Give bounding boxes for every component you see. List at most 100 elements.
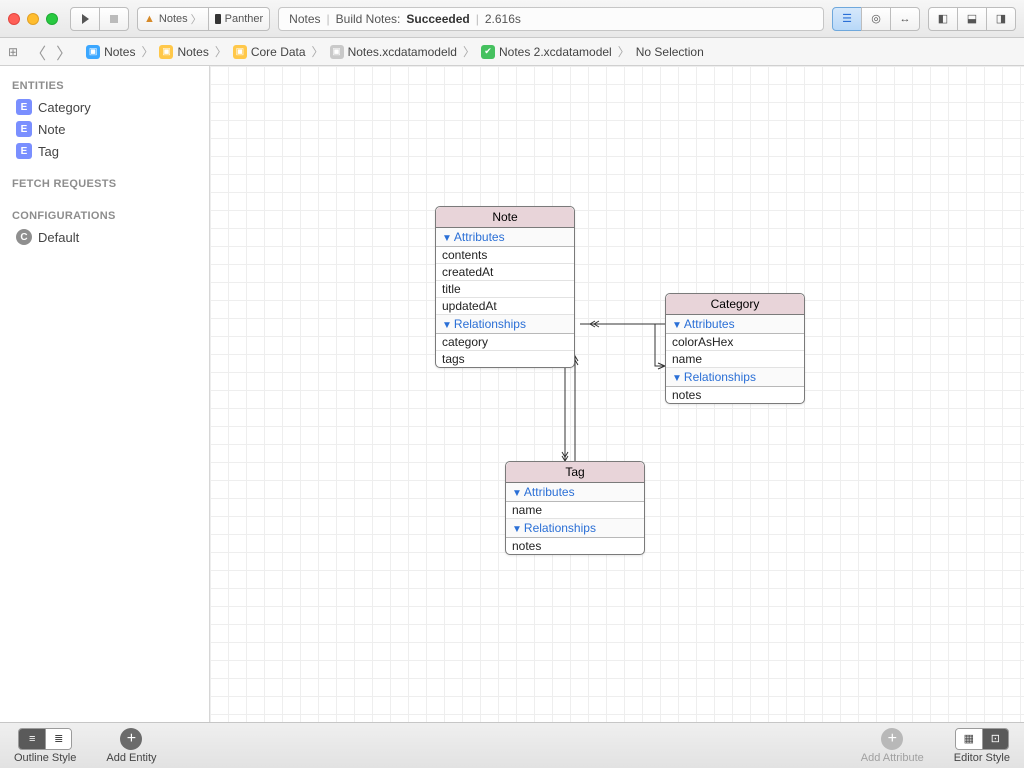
run-button[interactable] (70, 7, 100, 31)
sidebar-entity-tag[interactable]: ETag (0, 140, 209, 162)
model-canvas[interactable]: Note ▼Attributes contents createdAt titl… (210, 66, 1024, 722)
stop-button[interactable] (99, 7, 129, 31)
history-nav: 〈 〉 (26, 40, 76, 64)
toggle-inspector-button[interactable]: ◨ (986, 7, 1016, 31)
entity-section-attributes[interactable]: ▼Attributes (436, 228, 574, 247)
entity-box-category[interactable]: Category ▼Attributes colorAsHex name ▼Re… (665, 293, 805, 404)
panel-left-icon: ◧ (938, 12, 948, 25)
crumb-label: Core Data (251, 45, 306, 59)
relationship-row[interactable]: notes (506, 538, 644, 554)
entity-section-relationships[interactable]: ▼Relationships (506, 519, 644, 538)
attribute-row[interactable]: name (506, 502, 644, 519)
attribute-row[interactable]: title (436, 281, 574, 298)
crumb-file[interactable]: ▣ Notes.xcdatamodeld (330, 45, 457, 59)
crumb-label: No Selection (636, 45, 704, 59)
assistant-editor-button[interactable]: ◎ (861, 7, 891, 31)
toggle-navigator-button[interactable]: ◧ (928, 7, 958, 31)
attribute-row[interactable]: contents (436, 247, 574, 264)
file-icon: ▣ (330, 45, 344, 59)
stop-icon (110, 15, 118, 23)
section-label: Relationships (684, 370, 756, 384)
toggle-debug-button[interactable]: ⬓ (957, 7, 987, 31)
section-label: Relationships (454, 317, 526, 331)
minimize-window-button[interactable] (27, 13, 39, 25)
editor-bottom-bar: ≡≣ Outline Style + Add Entity + Add Attr… (0, 722, 1024, 768)
disclosure-icon: ▼ (442, 320, 452, 331)
disclosure-icon: ▼ (672, 320, 682, 331)
standard-editor-button[interactable]: ☰ (832, 7, 862, 31)
sidebar-config-default[interactable]: C Default (0, 226, 209, 248)
plus-icon: + (881, 728, 903, 750)
device-icon (215, 14, 221, 24)
sidebar-entity-category[interactable]: ECategory (0, 96, 209, 118)
section-label: Attributes (454, 230, 505, 244)
toolbar: ▲ Notes 〉 Panther Notes | Build Notes: S… (0, 0, 1024, 38)
relationship-row[interactable]: notes (666, 387, 804, 403)
entity-section-attributes[interactable]: ▼Attributes (506, 483, 644, 502)
model-icon: ✔ (481, 45, 495, 59)
button-label: Editor Style (954, 752, 1010, 764)
sidebar-heading-config: CONFIGURATIONS (0, 204, 209, 226)
sidebar-item-label: Category (38, 100, 91, 115)
arrows-icon: ↔ (900, 13, 911, 25)
sidebar-heading-fetch: FETCH REQUESTS (0, 172, 209, 194)
entity-section-attributes[interactable]: ▼Attributes (666, 315, 804, 334)
app-icon: ▲ (144, 13, 155, 25)
scheme-target[interactable]: ▲ Notes 〉 (137, 7, 209, 31)
venn-icon: ◎ (871, 12, 881, 25)
scheme-device[interactable]: Panther (208, 7, 271, 31)
relationship-row[interactable]: category (436, 334, 574, 351)
zoom-window-button[interactable] (46, 13, 58, 25)
editor-style-button[interactable]: ▦⊡ Editor Style (954, 728, 1010, 764)
outline-style-button[interactable]: ≡≣ Outline Style (14, 728, 76, 764)
lines-icon: ☰ (842, 12, 852, 25)
entity-section-relationships[interactable]: ▼Relationships (436, 315, 574, 334)
attribute-row[interactable]: createdAt (436, 264, 574, 281)
section-label: Relationships (524, 521, 596, 535)
scheme-device-label: Panther (225, 13, 264, 25)
attribute-row[interactable]: updatedAt (436, 298, 574, 315)
section-label: Attributes (684, 317, 735, 331)
attribute-row[interactable]: colorAsHex (666, 334, 804, 351)
related-items-icon[interactable]: ⊞ (8, 45, 18, 59)
chevron-icon: 〉 (463, 43, 475, 60)
disclosure-icon: ▼ (442, 233, 452, 244)
activity-status: Notes | Build Notes: Succeeded | 2.616s (278, 7, 824, 31)
entity-title: Note (436, 207, 574, 228)
relationship-row[interactable]: tags (436, 351, 574, 367)
crumb-group[interactable]: ▣Core Data (233, 45, 306, 59)
table-style-icon: ▦ (956, 729, 982, 749)
entity-badge-icon: E (16, 121, 32, 137)
crumb-selection[interactable]: No Selection (636, 45, 704, 59)
crumb-model[interactable]: ✔ Notes 2.xcdatamodel (481, 45, 612, 59)
attribute-row[interactable]: name (666, 351, 804, 368)
sidebar-entity-note[interactable]: ENote (0, 118, 209, 140)
status-action: Build Notes: (336, 12, 401, 26)
disclosure-icon: ▼ (512, 524, 522, 535)
version-editor-button[interactable]: ↔ (890, 7, 920, 31)
disclosure-icon: ▼ (512, 488, 522, 499)
crumb-label: Notes 2.xcdatamodel (499, 45, 612, 59)
sidebar-heading-entities: ENTITIES (0, 74, 209, 96)
history-forward-button[interactable]: 〉 (52, 40, 76, 64)
close-window-button[interactable] (8, 13, 20, 25)
outline-list-icon: ≡ (19, 729, 45, 749)
crumb-group[interactable]: ▣Notes (159, 45, 208, 59)
crumb-project[interactable]: ▣Notes (86, 45, 135, 59)
sidebar-item-label: Default (38, 230, 79, 245)
entity-box-note[interactable]: Note ▼Attributes contents createdAt titl… (435, 206, 575, 368)
button-label: Outline Style (14, 752, 76, 764)
entity-box-tag[interactable]: Tag ▼Attributes name ▼Relationships note… (505, 461, 645, 555)
add-entity-button[interactable]: + Add Entity (106, 728, 156, 764)
editor-controls: ☰ ◎ ↔ ◧ ⬓ ◨ (832, 7, 1016, 31)
config-badge-icon: C (16, 229, 32, 245)
entity-section-relationships[interactable]: ▼Relationships (666, 368, 804, 387)
entity-title: Category (666, 294, 804, 315)
entity-badge-icon: E (16, 143, 32, 159)
run-controls (70, 7, 129, 31)
crumb-label: Notes.xcdatamodeld (348, 45, 457, 59)
history-back-button[interactable]: 〈 (26, 40, 50, 64)
main-area: ENTITIES ECategory ENote ETag FETCH REQU… (0, 66, 1024, 722)
relationship-lines (210, 66, 1024, 722)
scheme-selector[interactable]: ▲ Notes 〉 Panther (137, 7, 270, 31)
